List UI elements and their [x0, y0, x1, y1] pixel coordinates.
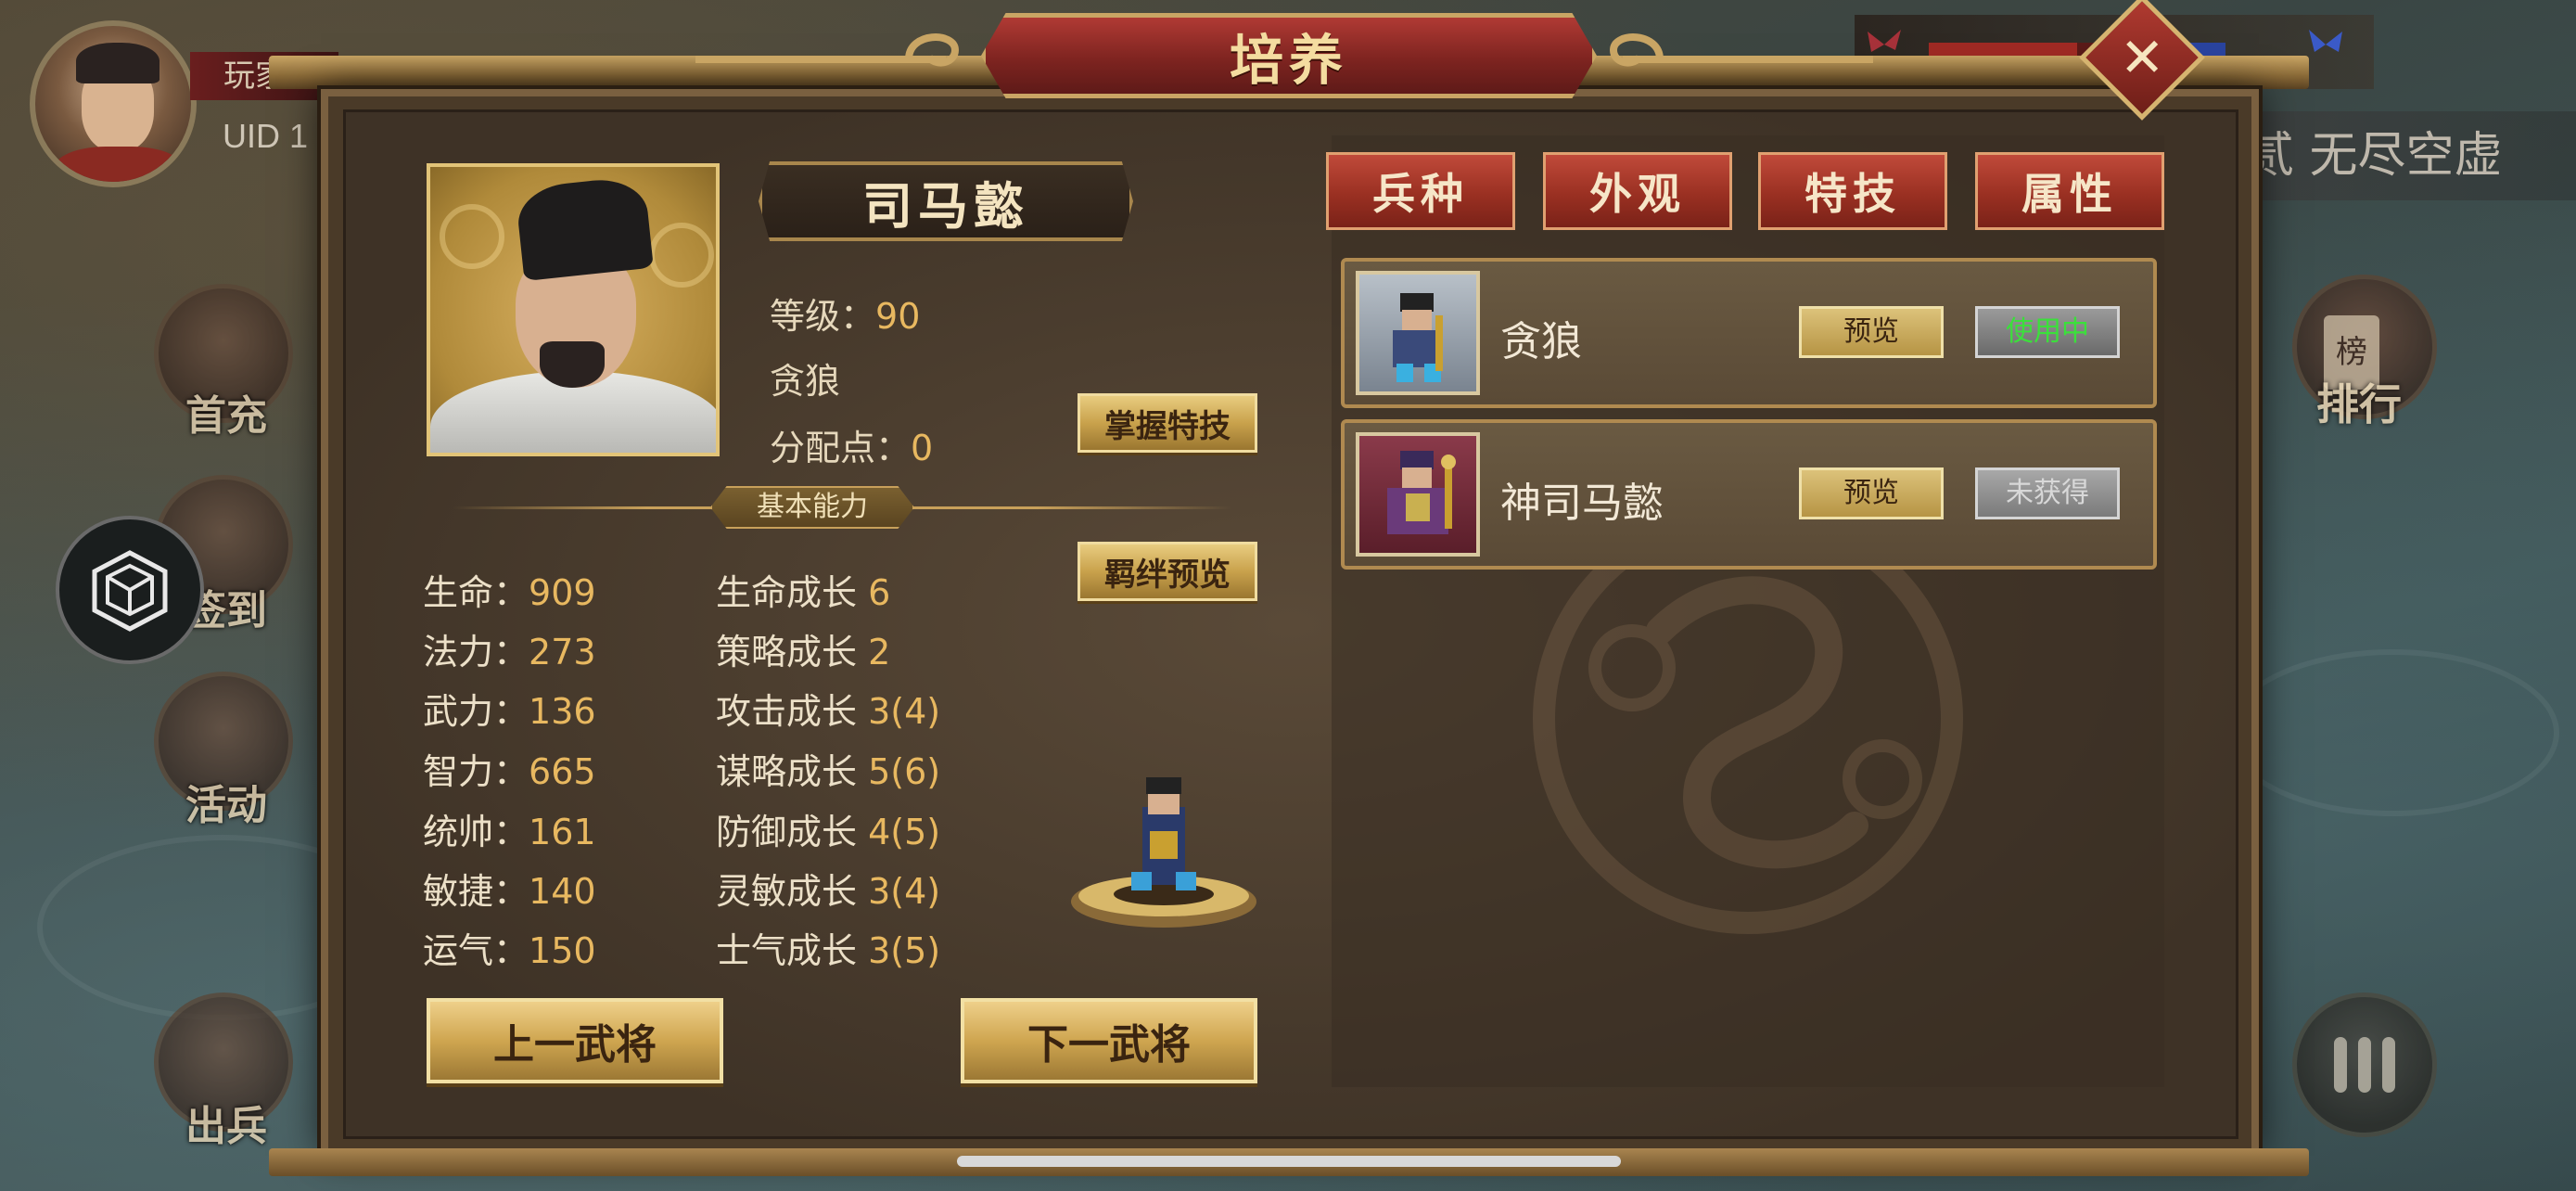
player-uid: UID 1	[223, 117, 309, 155]
next-general-button[interactable]: 下一武将	[961, 998, 1257, 1083]
menu-bar-icon	[2382, 1037, 2395, 1093]
divine-sima-yi-sprite-icon	[1387, 451, 1456, 534]
bond-preview-button[interactable]: 羁绊预览	[1078, 542, 1257, 601]
growth-hp: 生命成长 6	[716, 572, 891, 613]
stat-command: 统帅：161	[423, 812, 596, 852]
stat-agility: 敏捷：140	[423, 871, 596, 912]
hero-sprite-on-pedestal	[1071, 777, 1256, 928]
troop-status-in-use: 使用中	[1975, 306, 2120, 358]
growth-tactics: 谋略成长 5(6)	[716, 751, 941, 792]
troop-name: 神司马懿	[1500, 480, 1664, 527]
first-recharge-label: 首充	[185, 392, 267, 440]
growth-agility: 灵敏成长 3(4)	[716, 871, 941, 912]
hero-name-plaque: 司马懿	[759, 161, 1133, 241]
ranking-label: 排行	[2316, 379, 2402, 429]
hero-level: 等级：90	[770, 296, 921, 337]
growth-strategy: 策略成长 2	[716, 632, 891, 672]
troop-thumbnail	[1356, 271, 1480, 395]
menu-bar-icon	[2334, 1037, 2347, 1093]
basic-ability-title: 基本能力	[710, 486, 914, 529]
stat-luck: 运气：150	[423, 930, 596, 971]
hero-allocation-points: 分配点：0	[770, 428, 934, 468]
previous-general-button[interactable]: 上一武将	[427, 998, 723, 1083]
troop-preview-button[interactable]: 预览	[1799, 467, 1944, 519]
dialog-title: 培养	[1229, 29, 1348, 92]
stat-mp: 法力：273	[423, 632, 596, 672]
stat-intelligence: 智力：665	[423, 751, 596, 792]
hero-troop-type: 贪狼	[770, 361, 841, 402]
dispatch-label: 出兵	[185, 1103, 267, 1150]
title-scroll-ornament-right	[1609, 33, 1873, 67]
title-scroll-ornament-left	[695, 33, 960, 67]
growth-attack: 攻击成长 3(4)	[716, 691, 941, 732]
hero-name: 司马懿	[862, 175, 1029, 236]
tab-troop-type[interactable]: 兵种	[1326, 152, 1515, 230]
tanlang-sprite-icon	[1393, 293, 1443, 382]
troop-preview-button[interactable]: 预览	[1799, 306, 1944, 358]
tab-special-skill[interactable]: 特技	[1758, 152, 1947, 230]
hero-level-value: 90	[875, 296, 921, 337]
troop-status-not-obtained: 未获得	[1975, 467, 2120, 519]
activity-label: 活动	[185, 782, 267, 829]
cube-icon	[92, 550, 168, 632]
master-skill-button[interactable]: 掌握特技	[1078, 393, 1257, 453]
tab-appearance[interactable]: 外观	[1543, 152, 1732, 230]
troop-thumbnail	[1356, 432, 1480, 557]
troop-name: 贪狼	[1500, 318, 1582, 365]
home-indicator[interactable]	[957, 1156, 1621, 1167]
menu-bar-icon	[2358, 1037, 2371, 1093]
troop-card[interactable]: 神司马懿 预览 未获得	[1341, 419, 2157, 570]
allocation-points-value: 0	[911, 428, 934, 468]
close-icon: ✕	[2119, 25, 2165, 89]
growth-defense: 防御成长 4(5)	[716, 812, 941, 852]
growth-morale: 士气成长 3(5)	[716, 930, 941, 971]
dialog-title-plaque: 培养	[981, 13, 1597, 98]
player-avatar[interactable]	[30, 20, 197, 187]
troop-card[interactable]: 贪狼 预览 使用中	[1341, 258, 2157, 408]
cube-menu-button[interactable]	[56, 516, 204, 664]
stat-force: 武力：136	[423, 691, 596, 732]
server-banner: 贰 无尽空虚	[2240, 111, 2576, 200]
hero-portrait	[427, 163, 720, 456]
main-menu-button[interactable]	[2292, 992, 2437, 1137]
water-ripple	[2225, 649, 2559, 816]
blue-wing-icon	[2309, 30, 2342, 52]
tab-attributes[interactable]: 属性	[1975, 152, 2164, 230]
stat-hp: 生命：909	[423, 572, 596, 613]
